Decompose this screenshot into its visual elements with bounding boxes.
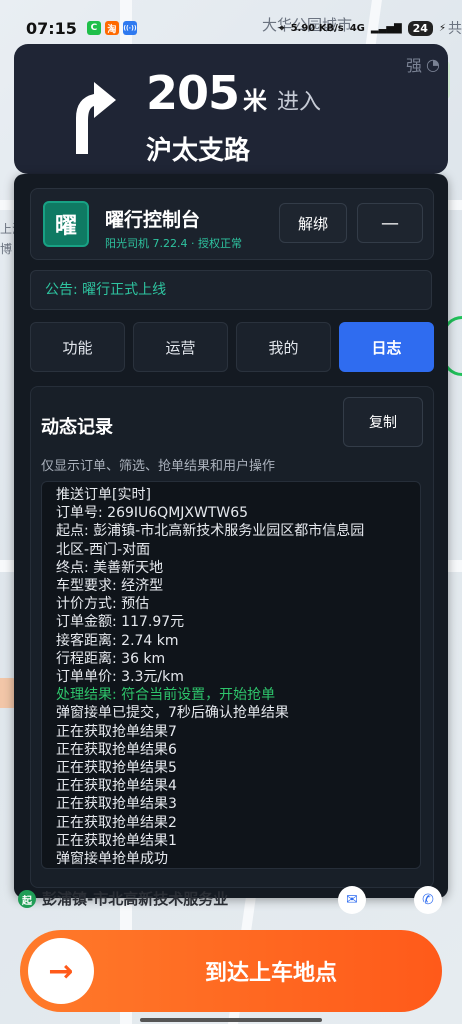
map-label: 博 — [0, 242, 13, 256]
log-line: 正在获取抢单结果3 — [56, 796, 177, 813]
log-line: 正在获取抢单结果4 — [56, 778, 177, 795]
pickup-pin-icon: 起 — [18, 890, 36, 908]
log-line: 正在获取抢单结果2 — [56, 814, 177, 831]
log-line: 弹窗接单抢单成功 — [56, 851, 168, 868]
panel-subtitle: 阳光司机 7.22.4 · 授权正常 — [105, 237, 242, 250]
log-line: 正在获取抢单结果5 — [56, 760, 177, 777]
panel-header: 曜 曜行控制台 阳光司机 7.22.4 · 授权正常 解绑 — — [30, 188, 434, 260]
pickup-address-row: 起 彭浦镇-市北高新技术服务业 ✉ ✆ — [18, 886, 448, 914]
phone-icon[interactable]: ✆ — [414, 886, 442, 914]
status-bar: 07:15 C 淘 ((·)) ⌖ 5.90 KB/s 4G ▂▃▅▇ 24 ⚡ — [0, 14, 462, 42]
announcement-bar: 公告: 曜行正式上线 — [30, 270, 432, 310]
tab-log[interactable]: 日志 — [339, 322, 434, 372]
log-line: 处理结果: 符合当前设置，开始抢单 — [56, 687, 276, 704]
charging-icon: ⚡ — [438, 22, 446, 34]
gps-signal-label: 强 — [406, 56, 423, 75]
log-line: 接客距离: 2.74 km — [56, 632, 179, 649]
panel-title: 曜行控制台 — [105, 209, 201, 231]
log-line: 订单金额: 117.97元 — [56, 614, 185, 631]
signal-icon: 4G — [349, 22, 365, 34]
log-section: 动态记录 复制 仅显示订单、筛选、抢单结果和用户操作 推送订单[实时] 订单号: … — [30, 386, 434, 888]
log-line: 起点: 彭浦镇-市北高新技术服务业园区都市信息园 — [56, 523, 365, 540]
log-line: 行程距离: 36 km — [56, 650, 166, 667]
network-speed: 5.90 KB/s — [290, 22, 344, 34]
log-line: 终点: 美善新天地 — [56, 559, 164, 576]
tab-function[interactable]: 功能 — [30, 322, 125, 372]
turn-action: 进入 — [277, 90, 322, 115]
log-title: 动态记录 — [41, 417, 113, 438]
distance-value: 205 — [146, 66, 240, 120]
chat-icon[interactable]: ✉ — [338, 886, 366, 914]
app-logo: 曜 — [43, 201, 89, 247]
arrive-pickup-button[interactable]: → 到达上车地点 — [20, 930, 442, 1012]
gps-signal-icon: ◔ — [426, 54, 440, 74]
control-panel: 曜 曜行控制台 阳光司机 7.22.4 · 授权正常 解绑 — 公告: 曜行正式… — [14, 174, 448, 898]
location-icon: ⌖ — [278, 22, 285, 34]
minimize-button[interactable]: — — [357, 203, 423, 243]
arrow-right-icon: → — [28, 938, 94, 1004]
copy-button[interactable]: 复制 — [343, 397, 423, 447]
turn-left-arrow-icon — [76, 82, 116, 154]
log-line: 正在获取抢单结果7 — [56, 723, 177, 740]
battery-indicator: 24 — [407, 20, 433, 36]
signal-bars-icon: ▂▃▅▇ — [370, 22, 402, 34]
log-line: 北区-西门-对面 — [56, 541, 151, 558]
c-app-icon: C — [86, 21, 101, 35]
log-hint: 仅显示订单、筛选、抢单结果和用户操作 — [41, 459, 276, 474]
panel-tabs: 功能 运营 我的 日志 — [30, 322, 434, 372]
status-right: ⌖ 5.90 KB/s 4G ▂▃▅▇ 24 ⚡ — [278, 20, 446, 36]
taobao-icon: 淘 — [104, 21, 119, 35]
unbind-button[interactable]: 解绑 — [279, 203, 347, 243]
log-line: 订单号: 269IU6QMJXWTW65 — [56, 505, 249, 522]
nfc-icon: ((·)) — [122, 21, 137, 35]
navigation-card[interactable]: 205 米 进入 沪太支路 强 ◔ — [14, 44, 448, 174]
home-indicator[interactable] — [140, 1018, 322, 1022]
log-line: 计价方式: 预估 — [56, 596, 150, 613]
log-line: 正在获取抢单结果6 — [56, 741, 177, 758]
log-line: 车型要求: 经济型 — [56, 578, 164, 595]
arrive-pickup-label: 到达上车地点 — [204, 961, 337, 986]
tab-mine[interactable]: 我的 — [236, 322, 331, 372]
tab-operation[interactable]: 运营 — [133, 322, 228, 372]
turn-distance: 205 米 进入 — [146, 66, 321, 120]
pickup-address: 彭浦镇-市北高新技术服务业 — [42, 890, 229, 908]
next-road-name: 沪太支路 — [146, 136, 251, 166]
gps-signal: 强 ◔ — [406, 52, 440, 76]
log-line: 推送订单[实时] — [56, 487, 151, 503]
distance-unit: 米 — [243, 87, 268, 115]
log-line: 订单单价: 3.3元/km — [56, 669, 184, 686]
status-app-icons: C 淘 ((·)) — [86, 21, 137, 35]
log-output[interactable]: 推送订单[实时] 订单号: 269IU6QMJXWTW65 起点: 彭浦镇-市北高新… — [41, 481, 421, 869]
log-line: 弹窗接单已提交，7秒后确认抢单结果 — [56, 705, 289, 722]
status-time: 07:15 — [26, 18, 77, 38]
log-line: 正在获取抢单结果1 — [56, 832, 177, 849]
